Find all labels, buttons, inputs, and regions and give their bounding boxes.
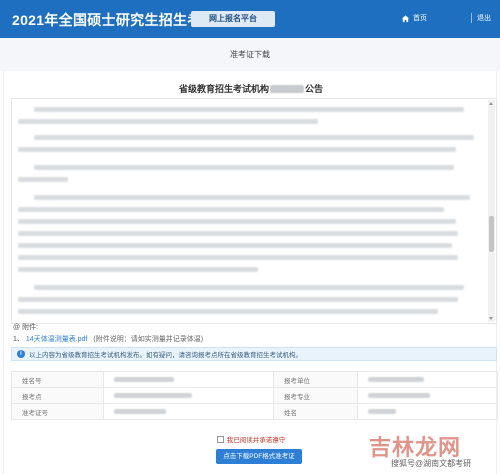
table-value (357, 371, 498, 388)
info-alert-text: 以上内容为省级教育招生考试机构发布。如有疑问，请咨询报考点所在省级教育招生考试机… (29, 352, 302, 359)
attachments-label: @ 附件: (13, 323, 39, 332)
table-value (103, 387, 274, 404)
page-title: 准考证下载 (230, 50, 270, 59)
info-alert: i 以上内容为省级教育招生考试机构发布。如有疑问，请咨询报考点所在省级教育招生考… (11, 347, 497, 361)
info-icon: i (17, 350, 25, 358)
site-title: 2021年全国硕士研究生招生考试 (12, 12, 216, 28)
nav-home-label: 首页 (413, 15, 427, 22)
table-row: 报考点 报考专业 (11, 387, 498, 404)
table-value (357, 387, 498, 404)
nav-logout-link[interactable]: 退出 (477, 13, 491, 23)
table-value (103, 403, 274, 420)
notice-title-prefix: 省级教育招生考试机构 (178, 84, 269, 94)
attachment-file-link[interactable]: 14天体温测量表.pdf (26, 336, 87, 343)
notice-title-suffix: 公告 (305, 84, 324, 94)
attachment-index: 1、 (13, 336, 24, 343)
table-value (103, 371, 274, 388)
home-icon (401, 14, 410, 22)
content-card: 省级教育招生考试机构 公告 @ 附件: 1、 14天体温测量表.pdf (附件说明：请… (3, 71, 498, 474)
attachment-note: (附件说明：请如实测量并记录体温) (93, 336, 204, 343)
scroll-thumb[interactable] (489, 216, 494, 252)
scroll-up-icon[interactable] (489, 102, 493, 105)
nav-home-link[interactable]: 首页 (401, 13, 427, 23)
top-header: 2021年全国硕士研究生招生考试 网上报名平台 首页 退出 (0, 0, 500, 38)
table-label: 姓名 (273, 403, 358, 420)
table-label: 报考点 (11, 387, 104, 404)
table-label: 准考证号 (11, 403, 104, 420)
candidate-info-table: 姓名号 报考单位 报考点 报考专业 准考证号 姓名 (11, 371, 498, 420)
agree-label[interactable]: 我已阅读并承诺遵守 (227, 434, 286, 444)
table-row: 姓名号 报考单位 (11, 371, 498, 388)
table-label: 姓名号 (11, 371, 104, 388)
notice-title: 省级教育招生考试机构 公告 (4, 82, 498, 95)
table-row: 准考证号 姓名 (11, 403, 498, 420)
redacted-name (270, 85, 304, 93)
platform-badge[interactable]: 网上报名平台 (191, 11, 275, 27)
table-label: 报考专业 (273, 387, 358, 404)
table-value (357, 403, 498, 420)
scroll-down-icon[interactable] (489, 317, 493, 320)
paperclip-icon: @ (13, 323, 21, 331)
nav-divider (471, 13, 472, 23)
download-pdf-button[interactable]: 点击下载PDF格式准考证 (216, 449, 302, 464)
notice-content-box[interactable] (11, 98, 497, 324)
table-label: 报考单位 (273, 371, 358, 388)
page-head: 准考证下载 (0, 38, 500, 71)
notice-scrollbar[interactable] (488, 100, 495, 322)
watermark-caption: 搜狐号@湖南文都考研 (391, 459, 472, 468)
agree-checkbox[interactable] (216, 435, 224, 443)
attachment-item: 1、 14天体温测量表.pdf (附件说明：请如实测量并记录体温) (13, 334, 203, 344)
